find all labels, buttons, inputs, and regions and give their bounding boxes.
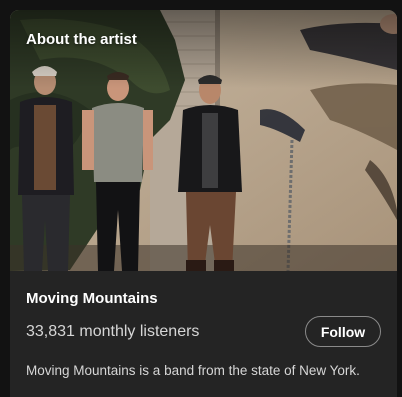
artist-bio: Moving Mountains is a band from the stat… bbox=[26, 363, 360, 378]
about-artist-card[interactable]: About the artist Moving Mountains 33,831… bbox=[10, 10, 397, 397]
artist-name[interactable]: Moving Mountains bbox=[26, 290, 158, 307]
page-background: About the artist Moving Mountains 33,831… bbox=[0, 0, 402, 397]
section-title: About the artist bbox=[26, 31, 137, 48]
follow-button[interactable]: Follow bbox=[305, 316, 381, 347]
monthly-listeners: 33,831 monthly listeners bbox=[26, 323, 200, 340]
artist-photo[interactable] bbox=[10, 10, 397, 271]
band-photo-image bbox=[10, 10, 397, 271]
